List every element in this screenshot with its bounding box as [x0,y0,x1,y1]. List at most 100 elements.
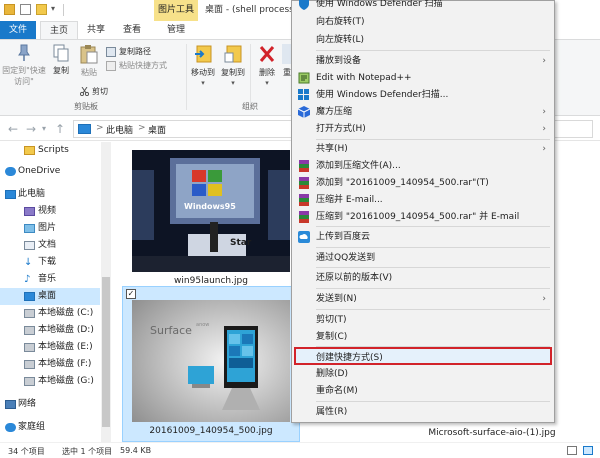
menu-item-label: 剪切(T) [316,315,347,325]
menu-item-copy[interactable]: 复制(C) [294,328,552,346]
file-name-win95launch[interactable]: win95launch.jpg [132,276,290,286]
menu-item-cut[interactable]: 剪切(T) [294,311,552,329]
tab-file[interactable]: 文件 [0,21,36,39]
details-view-icon[interactable] [567,446,577,455]
delete-button[interactable]: 删除 ▾ [254,44,280,89]
winrar-icon [298,177,310,189]
breadcrumb-separator: > [96,123,104,133]
file-thumbnail-win95launch[interactable]: Windows95 Star [132,150,290,272]
menu-item-compress-email[interactable]: 压缩并 E-mail... [294,191,552,209]
forward-arrow-icon[interactable]: → [26,122,36,136]
nav-item-drive-e[interactable]: 本地磁盘 (E:) [0,339,100,356]
paste-shortcut-button[interactable]: 粘贴快捷方式 [106,60,167,71]
nav-item-drive-g[interactable]: 本地磁盘 (G:) [0,373,100,390]
properties-quick-icon[interactable] [20,4,31,15]
menu-item-rotate-left[interactable]: 向左旋转(L) [294,31,552,49]
menu-item-mofang-compress[interactable]: 魔方压缩 › [294,103,552,121]
nav-item-pictures[interactable]: 图片 [0,220,100,237]
drive-icon [24,377,35,386]
nav-item-desktop[interactable]: 桌面 [0,288,100,305]
menu-item-share[interactable]: 共享(H) › [294,140,552,158]
menu-item-add-to-archive[interactable]: 添加到压缩文件(A)... [294,157,552,175]
move-to-button[interactable]: 移动到 ▾ [190,44,216,89]
menu-item-defender-scan[interactable]: 使用 Windows Defender扫描... [294,86,552,104]
surface-logo-text: Surface [150,324,192,337]
surface-photo-image [132,300,290,422]
nav-scrollbar[interactable] [101,142,111,442]
up-arrow-icon[interactable]: ↑ [55,122,65,136]
menu-item-upload-baidu-cloud[interactable]: 上传到百度云 [294,228,552,246]
menu-item-rename[interactable]: 重命名(M) [294,382,552,400]
menu-item-defender-scan-top[interactable]: 使用 Windows Defender 扫描 [294,0,552,13]
menu-item-cast-to-device[interactable]: 播放到设备 › [294,52,552,70]
file-checkbox[interactable]: ✓ [126,289,136,299]
menu-item-label: 向右旋转(T) [316,17,365,27]
tab-view[interactable]: 查看 [116,21,148,39]
copy-to-dropdown-icon: ▾ [231,79,235,87]
menu-item-rotate-right[interactable]: 向右旋转(T) [294,13,552,31]
copy-path-button[interactable]: 复制路径 [106,46,151,57]
drive-icon [24,326,35,335]
delete-label: 删除 [259,68,275,77]
nav-item-scripts[interactable]: Scripts [0,142,100,159]
nav-item-network[interactable]: 网络 [0,396,100,413]
back-arrow-icon[interactable]: ← [8,122,18,136]
large-icons-view-icon[interactable] [583,446,593,455]
paste-button[interactable]: 粘贴 [76,44,102,78]
tab-home[interactable]: 主页 [40,21,78,40]
breadcrumb-this-pc[interactable]: 此电脑 [106,123,133,136]
nav-scrollbar-thumb[interactable] [102,277,110,427]
nav-item-videos[interactable]: 视频 [0,203,100,220]
menu-item-open-with[interactable]: 打开方式(H) › [294,120,552,138]
tab-share[interactable]: 共享 [80,21,112,39]
item-count: 34 个项目 [8,447,45,456]
nav-item-label: 本地磁盘 (D:) [38,325,94,335]
menu-item-add-to-rar[interactable]: 添加到 "20161009_140954_500.rar"(T) [294,174,552,192]
quick-access-dropdown-icon[interactable]: ▾ [51,4,55,13]
copy-to-button[interactable]: 复制到 ▾ [220,44,246,89]
menu-item-label: 复制(C) [316,332,348,342]
menu-separator [316,50,550,51]
nav-item-downloads[interactable]: ↓ 下载 [0,254,100,271]
menu-item-compress-to-rar-email[interactable]: 压缩到 "20161009_140954_500.rar" 并 E-mail [294,208,552,226]
menu-separator [316,226,550,227]
file-name-surface-aio[interactable]: Microsoft-surface-aio-(1).jpg [392,428,592,438]
file-name-surface-selected[interactable]: 20161009_140954_500.jpg [122,426,300,436]
nav-item-music[interactable]: ♪ 音乐 [0,271,100,288]
menu-item-send-via-qq[interactable]: 通过QQ发送到 [294,249,552,267]
defender-icon [298,0,310,10]
menu-item-edit-notepadpp[interactable]: Edit with Notepad++ [294,69,552,87]
cut-button[interactable]: 剪切 [79,86,108,97]
pin-quick-access-button[interactable]: 固定到"快速访问" [2,44,46,87]
menu-item-create-shortcut[interactable]: 创建快捷方式(S) [294,347,552,365]
nav-item-label: 本地磁盘 (G:) [38,376,94,386]
tab-manage[interactable]: 管理 [154,21,198,39]
nav-item-drive-c[interactable]: 本地磁盘 (C:) [0,305,100,322]
nav-item-onedrive[interactable]: OneDrive [0,163,100,180]
breadcrumb-separator: > [138,123,146,133]
nav-item-this-pc[interactable]: 此电脑 [0,186,100,203]
menu-item-delete[interactable]: 删除(D) [294,365,552,383]
nav-item-drive-f[interactable]: 本地磁盘 (F:) [0,356,100,373]
nav-item-drive-d[interactable]: 本地磁盘 (D:) [0,322,100,339]
menu-item-label: 播放到设备 [316,56,362,66]
menu-item-restore-previous[interactable]: 还原以前的版本(V) [294,269,552,287]
copy-label: 复制 [53,66,69,75]
menu-item-label: 上传到百度云 [316,232,371,242]
copy-button[interactable]: 复制 [48,44,74,76]
stage-sign-text: Star [230,238,252,248]
menu-item-label: 向左旋转(L) [316,35,365,45]
menu-item-label: 使用 Windows Defender扫描... [316,90,449,100]
menu-item-send-to[interactable]: 发送到(N) › [294,290,552,308]
menu-item-label: 压缩到 "20161009_140954_500.rar" 并 E-mail [316,212,520,222]
folder-icon [24,146,35,155]
nav-item-documents[interactable]: 文档 [0,237,100,254]
menu-item-properties[interactable]: 属性(R) [294,403,552,421]
copy-icon [53,44,69,62]
file-thumbnail-surface[interactable]: Surface anow [132,300,290,422]
breadcrumb-desktop[interactable]: 桌面 [148,123,166,136]
nav-item-homegroup[interactable]: 家庭组 [0,419,100,436]
new-folder-quick-icon[interactable] [36,4,47,15]
winrar-icon [298,211,310,223]
recent-dropdown-icon[interactable]: ▾ [42,124,46,133]
